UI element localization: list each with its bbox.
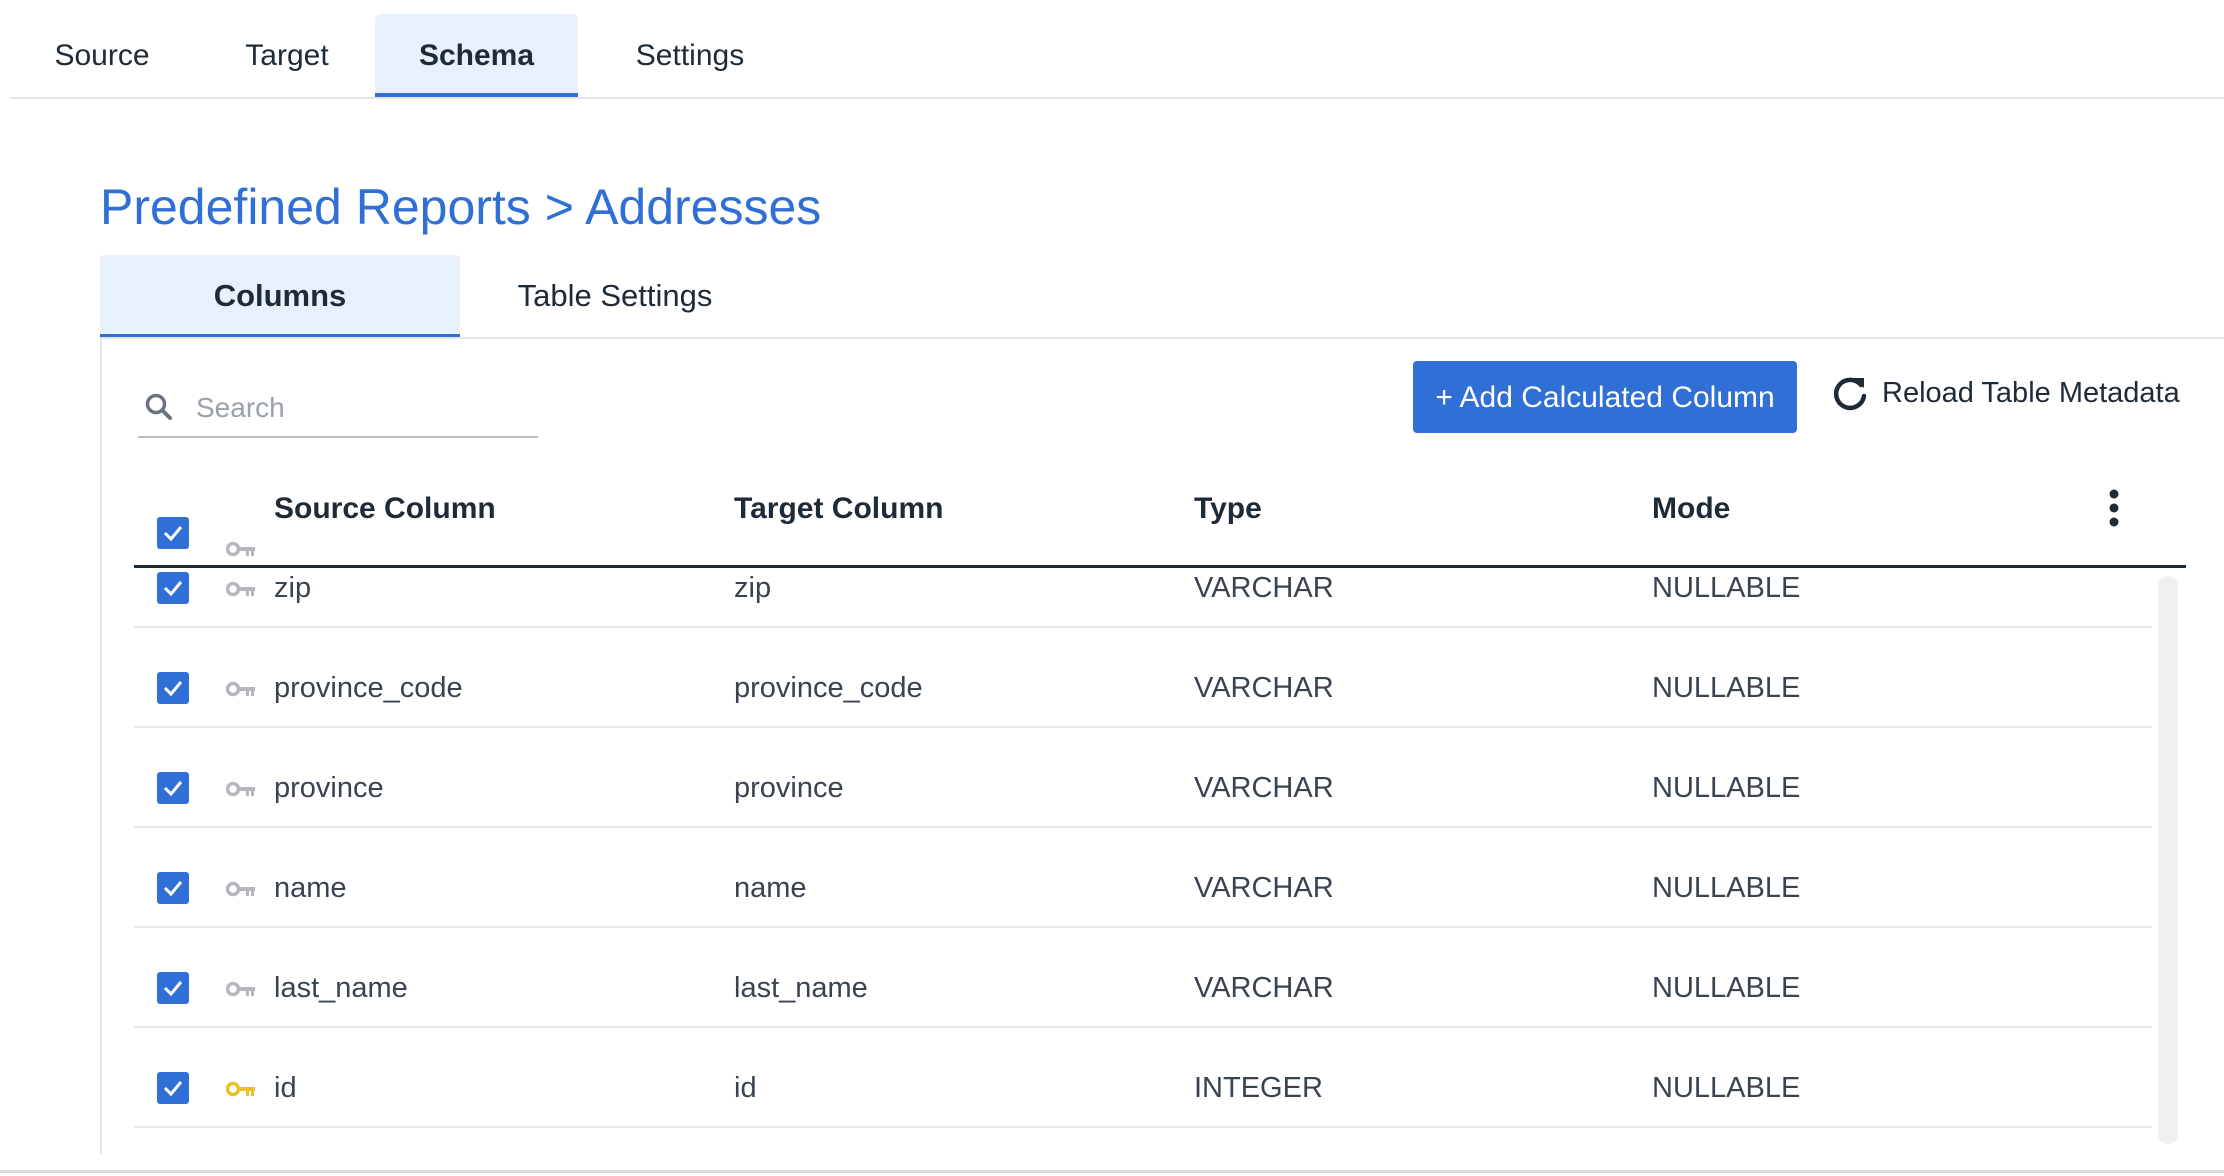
key-icon[interactable] xyxy=(226,880,256,898)
tab-target[interactable]: Target xyxy=(194,14,380,97)
cell-target-column[interactable]: last_name xyxy=(734,972,868,1005)
cell-target-column[interactable]: province xyxy=(734,772,844,805)
row-checkbox[interactable] xyxy=(157,672,189,704)
sub-tab-bar: Columns Table Settings xyxy=(100,255,2224,339)
cell-type[interactable]: INTEGER xyxy=(1194,1072,1323,1105)
cell-source-column: name xyxy=(274,872,347,904)
cell-source-column: province_code xyxy=(274,672,463,704)
cell-type[interactable]: VARCHAR xyxy=(1194,572,1334,605)
breadcrumb-parent[interactable]: Predefined Reports xyxy=(100,179,531,235)
tab-table-settings[interactable]: Table Settings xyxy=(460,255,770,337)
breadcrumb: Predefined Reports > Addresses xyxy=(100,178,821,236)
table-row: last_name last_name VARCHAR NULLABLE xyxy=(134,928,2152,1028)
cell-type[interactable]: VARCHAR xyxy=(1194,772,1334,805)
cell-source-column: zip xyxy=(274,572,312,604)
tab-schema[interactable]: Schema xyxy=(375,14,578,97)
key-icon[interactable] xyxy=(226,580,256,598)
row-checkbox[interactable] xyxy=(157,872,189,904)
cell-type[interactable]: VARCHAR xyxy=(1194,672,1334,705)
search-input[interactable] xyxy=(194,386,524,430)
refresh-icon xyxy=(1833,377,1867,411)
cell-mode[interactable]: NULLABLE xyxy=(1652,772,1800,805)
row-checkbox[interactable] xyxy=(157,1072,189,1104)
key-icon[interactable] xyxy=(226,680,256,698)
cell-mode[interactable]: NULLABLE xyxy=(1652,872,1800,905)
cell-mode[interactable]: NULLABLE xyxy=(1652,972,1800,1005)
header-mode[interactable]: Mode xyxy=(1652,492,1730,526)
cell-target-column[interactable]: province_code xyxy=(734,672,923,705)
tab-settings[interactable]: Settings xyxy=(578,14,802,97)
reload-label: Reload Table Metadata xyxy=(1882,377,2180,409)
table-scrollbar[interactable] xyxy=(2158,576,2178,1144)
top-tab-bar: Source Target Schema Settings xyxy=(10,14,2224,99)
key-icon[interactable] xyxy=(226,780,256,798)
table-row: zip zip VARCHAR NULLABLE xyxy=(134,568,2152,628)
cell-type[interactable]: VARCHAR xyxy=(1194,972,1334,1005)
cell-source-column: id xyxy=(274,1072,297,1104)
breadcrumb-current: Addresses xyxy=(585,179,822,235)
cell-mode[interactable]: NULLABLE xyxy=(1652,572,1800,605)
table-row: province province VARCHAR NULLABLE xyxy=(134,728,2152,828)
cell-target-column[interactable]: name xyxy=(734,872,807,905)
key-icon xyxy=(226,541,255,557)
table-body: zip zip VARCHAR NULLABLE province_code p… xyxy=(134,568,2152,1144)
row-checkbox[interactable] xyxy=(157,572,189,604)
page-bottom-divider xyxy=(0,1170,2224,1173)
header-target-column[interactable]: Target Column xyxy=(734,492,943,526)
tab-columns[interactable]: Columns xyxy=(100,255,460,337)
row-checkbox[interactable] xyxy=(157,972,189,1004)
more-options-icon[interactable] xyxy=(2100,488,2128,532)
cell-source-column: province xyxy=(274,772,384,804)
table-row: id id INTEGER NULLABLE xyxy=(134,1028,2152,1128)
breadcrumb-separator: > xyxy=(544,179,574,235)
header-source-column[interactable]: Source Column xyxy=(274,492,496,526)
cell-target-column[interactable]: zip xyxy=(734,572,771,605)
cell-source-column: last_name xyxy=(274,972,408,1004)
cell-type[interactable]: VARCHAR xyxy=(1194,872,1334,905)
cell-target-column[interactable]: id xyxy=(734,1072,757,1105)
cell-mode[interactable]: NULLABLE xyxy=(1652,672,1800,705)
table-row: province_code province_code VARCHAR NULL… xyxy=(134,628,2152,728)
select-all-checkbox[interactable] xyxy=(157,517,189,549)
add-calculated-column-button[interactable]: + Add Calculated Column xyxy=(1413,361,1797,433)
header-type[interactable]: Type xyxy=(1194,492,1262,526)
tab-source[interactable]: Source xyxy=(10,14,194,97)
search-icon xyxy=(145,393,172,420)
key-icon[interactable] xyxy=(226,980,256,998)
row-checkbox[interactable] xyxy=(157,772,189,804)
search-field xyxy=(138,380,538,438)
primary-key-icon[interactable] xyxy=(226,1080,256,1098)
table-row: name name VARCHAR NULLABLE xyxy=(134,828,2152,928)
cell-mode[interactable]: NULLABLE xyxy=(1652,1072,1800,1105)
